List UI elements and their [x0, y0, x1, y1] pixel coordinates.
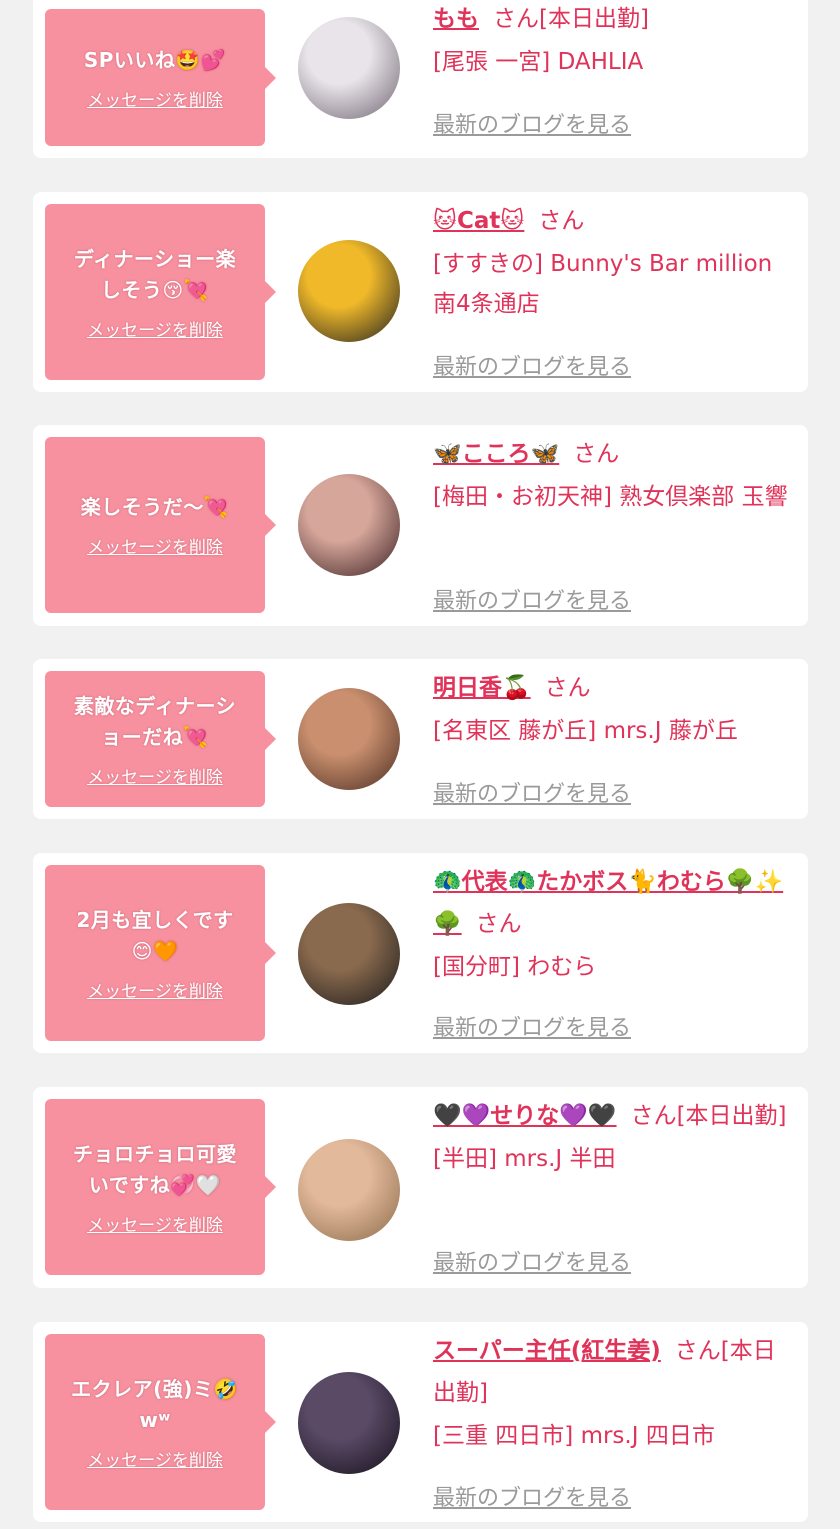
message-card: エクレア(強)ミ🤣 wʷ メッセージを削除 スーパー主任(紅生姜) さん[本日出勤… [33, 1322, 808, 1522]
message-bubble: ディナーショー楽 しそう😚💘 メッセージを削除 [45, 204, 276, 380]
shop-name: [三重 四日市] mrs.J 四日市 [433, 1423, 715, 1449]
latest-blog-link[interactable]: 最新のブログを見る [433, 583, 631, 615]
latest-blog-link[interactable]: 最新のブログを見る [433, 1480, 631, 1512]
cast-honorific: さん [538, 208, 585, 234]
cast-name-line: 🦋こころ🦋 さん [433, 433, 796, 475]
delete-message-link[interactable]: メッセージを削除 [87, 533, 223, 558]
message-text: ディナーショー楽 しそう😚💘 [73, 246, 237, 302]
cast-name-line: 🐱Cat🐱 さん [433, 200, 796, 242]
cast-info: もも さん[本日出勤] [尾張 一宮] DAHLIA [433, 0, 796, 82]
cast-info: スーパー主任(紅生姜) さん[本日出勤] [三重 四日市] mrs.J 四日市 [433, 1330, 796, 1456]
cast-name-link[interactable]: スーパー主任(紅生姜) [433, 1338, 661, 1364]
message-text: 2月も宜しくです 😊🧡 [76, 907, 234, 963]
latest-blog-link[interactable]: 最新のブログを見る [433, 107, 631, 139]
message-bubble: エクレア(強)ミ🤣 wʷ メッセージを削除 [45, 1334, 276, 1510]
avatar[interactable] [298, 903, 400, 1005]
message-bubble: SPいいね🤩💕 メッセージを削除 [45, 9, 276, 146]
latest-blog-link[interactable]: 最新のブログを見る [433, 1245, 631, 1277]
shop-name: [すすきの] Bunny's Bar million 南4条通店 [433, 251, 773, 317]
delete-message-link[interactable]: メッセージを削除 [87, 977, 223, 1002]
shop-name: [尾張 一宮] DAHLIA [433, 49, 644, 75]
cast-name-line: 🖤💜せりな💜🖤 さん[本日出勤] [433, 1095, 796, 1137]
message-card: SPいいね🤩💕 メッセージを削除 もも さん[本日出勤] [尾張 一宮] DAHL… [33, 0, 808, 158]
message-card: 2月も宜しくです 😊🧡 メッセージを削除 🦚代表🦚たかボス🐈わむら🌳✨🌳 さん [… [33, 853, 808, 1053]
avatar[interactable] [298, 688, 400, 790]
latest-blog-link[interactable]: 最新のブログを見る [433, 776, 631, 808]
delete-message-link[interactable]: メッセージを削除 [87, 1211, 223, 1236]
delete-message-link[interactable]: メッセージを削除 [87, 86, 223, 111]
avatar[interactable] [298, 240, 400, 342]
delete-message-link[interactable]: メッセージを削除 [87, 316, 223, 341]
cast-honorific: さん[本日出勤] [630, 1103, 787, 1129]
cast-name-link[interactable]: 明日香🍒 [433, 675, 531, 701]
cast-name-link[interactable]: 🦋こころ🦋 [433, 441, 559, 467]
shop-name: [名東区 藤が丘] mrs.J 藤が丘 [433, 718, 738, 744]
cast-name-line: 明日香🍒 さん [433, 667, 796, 709]
shop-name: [半田] mrs.J 半田 [433, 1146, 616, 1172]
message-text: 素敵なディナーシ ョーだね💘 [73, 693, 237, 749]
cast-info: 🖤💜せりな💜🖤 さん[本日出勤] [半田] mrs.J 半田 [433, 1095, 796, 1179]
delete-message-link[interactable]: メッセージを削除 [87, 1446, 223, 1471]
cast-info: 🦋こころ🦋 さん [梅田・お初天神] 熟女倶楽部 玉響 [433, 433, 796, 517]
message-card: チョロチョロ可愛 いですね💞🤍 メッセージを削除 🖤💜せりな💜🖤 さん[本日出勤]… [33, 1087, 808, 1288]
cast-name-line: スーパー主任(紅生姜) さん[本日出勤] [433, 1330, 796, 1414]
shop-name: [国分町] わむら [433, 954, 597, 980]
message-text: SPいいね🤩💕 [83, 47, 227, 72]
avatar[interactable] [298, 1372, 400, 1474]
message-card: 楽しそうだ〜💘 メッセージを削除 🦋こころ🦋 さん [梅田・お初天神] 熟女倶楽部… [33, 425, 808, 626]
cast-honorific: さん [573, 441, 620, 467]
message-bubble: 楽しそうだ〜💘 メッセージを削除 [45, 437, 276, 613]
cast-info: 明日香🍒 さん [名東区 藤が丘] mrs.J 藤が丘 [433, 667, 796, 751]
cast-name-line: 🦚代表🦚たかボス🐈わむら🌳✨🌳 さん [433, 861, 796, 945]
message-card: 素敵なディナーシ ョーだね💘 メッセージを削除 明日香🍒 さん [名東区 藤が丘]… [33, 659, 808, 819]
cast-honorific: さん [544, 675, 591, 701]
message-text: チョロチョロ可愛 いですね💞🤍 [73, 1141, 237, 1197]
message-text: 楽しそうだ〜💘 [80, 495, 230, 519]
cast-name-link[interactable]: もも [433, 6, 479, 32]
cast-info: 🦚代表🦚たかボス🐈わむら🌳✨🌳 さん [国分町] わむら [433, 861, 796, 987]
cast-name-line: もも さん[本日出勤] [433, 0, 796, 40]
latest-blog-link[interactable]: 最新のブログを見る [433, 349, 631, 381]
cast-info: 🐱Cat🐱 さん [すすきの] Bunny's Bar million 南4条通店 [433, 200, 796, 324]
message-text: エクレア(強)ミ🤣 wʷ [71, 1376, 239, 1432]
message-bubble: 2月も宜しくです 😊🧡 メッセージを削除 [45, 865, 276, 1041]
shop-name: [梅田・お初天神] 熟女倶楽部 玉響 [433, 484, 788, 510]
avatar[interactable] [298, 17, 400, 119]
avatar[interactable] [298, 474, 400, 576]
cast-name-link[interactable]: 🖤💜せりな💜🖤 [433, 1103, 617, 1129]
avatar[interactable] [298, 1139, 400, 1241]
delete-message-link[interactable]: メッセージを削除 [87, 763, 223, 788]
message-card: ディナーショー楽 しそう😚💘 メッセージを削除 🐱Cat🐱 さん [すすきの] B… [33, 192, 808, 392]
cast-honorific: さん [475, 911, 522, 937]
latest-blog-link[interactable]: 最新のブログを見る [433, 1010, 631, 1042]
cast-honorific: さん[本日出勤] [493, 6, 649, 32]
cast-name-link[interactable]: 🐱Cat🐱 [433, 208, 524, 234]
message-bubble: 素敵なディナーシ ョーだね💘 メッセージを削除 [45, 671, 276, 807]
message-bubble: チョロチョロ可愛 いですね💞🤍 メッセージを削除 [45, 1099, 276, 1275]
